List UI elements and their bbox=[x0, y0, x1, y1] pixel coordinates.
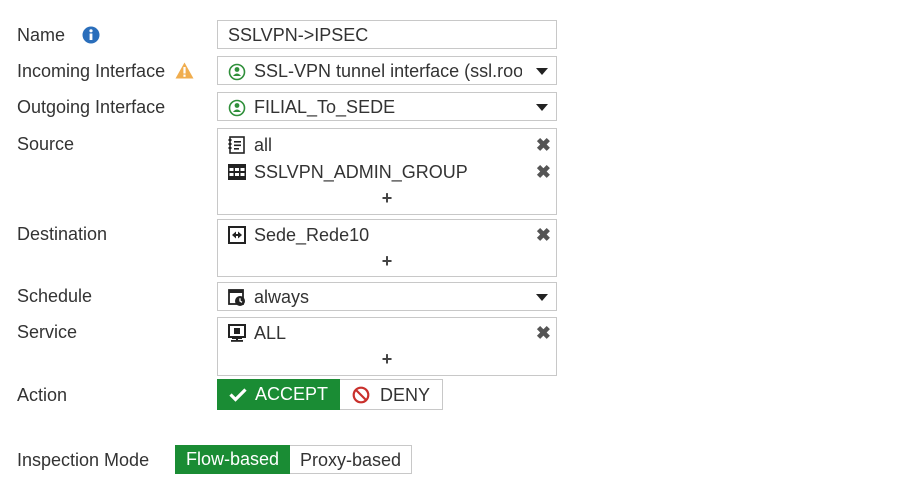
destination-field[interactable]: Sede_Rede10 ✖ + bbox=[217, 219, 557, 277]
add-service-button[interactable]: + bbox=[218, 347, 556, 373]
add-destination-button[interactable]: + bbox=[218, 249, 556, 275]
group-icon bbox=[228, 159, 246, 186]
source-field[interactable]: all ✖ SSLVPN_ADMIN_GROUP ✖ + bbox=[217, 128, 557, 215]
range-icon bbox=[228, 222, 246, 249]
service-icon bbox=[228, 320, 246, 347]
schedule-select[interactable]: always bbox=[217, 282, 557, 311]
destination-item: Sede_Rede10 ✖ bbox=[218, 222, 556, 249]
add-source-button[interactable]: + bbox=[218, 186, 556, 212]
remove-icon[interactable]: ✖ bbox=[536, 320, 551, 347]
incoming-interface-label: Incoming Interface bbox=[17, 61, 194, 82]
name-label: Name bbox=[17, 25, 100, 46]
outgoing-interface-label: Outgoing Interface bbox=[17, 97, 166, 117]
action-label: Action bbox=[17, 385, 68, 405]
chevron-down-icon bbox=[536, 294, 548, 301]
service-label: Service bbox=[17, 322, 78, 342]
proxy-based-button[interactable]: Proxy-based bbox=[290, 445, 412, 474]
flow-based-button[interactable]: Flow-based bbox=[175, 445, 290, 474]
source-item: all ✖ bbox=[218, 132, 556, 159]
info-icon[interactable] bbox=[82, 26, 100, 44]
service-field[interactable]: ALL ✖ + bbox=[217, 317, 557, 376]
outgoing-interface-select[interactable]: FILIAL_To_SEDE bbox=[217, 92, 557, 121]
incoming-interface-select[interactable]: SSL-VPN tunnel interface (ssl.root) bbox=[217, 56, 557, 85]
checkmark-icon bbox=[229, 387, 247, 402]
accept-button[interactable]: ACCEPT bbox=[217, 379, 340, 410]
inspection-mode-label: Inspection Mode bbox=[17, 450, 150, 470]
service-item: ALL ✖ bbox=[218, 320, 556, 347]
remove-icon[interactable]: ✖ bbox=[536, 222, 551, 249]
source-label: Source bbox=[17, 134, 75, 154]
interface-icon bbox=[228, 93, 246, 120]
chevron-down-icon bbox=[536, 104, 548, 111]
address-icon bbox=[228, 132, 246, 159]
chevron-down-icon bbox=[536, 68, 548, 75]
warning-icon bbox=[175, 62, 194, 79]
schedule-icon bbox=[228, 283, 246, 310]
schedule-label: Schedule bbox=[17, 286, 93, 306]
deny-button[interactable]: DENY bbox=[340, 379, 443, 410]
remove-icon[interactable]: ✖ bbox=[536, 132, 551, 159]
name-input[interactable]: SSLVPN->IPSEC bbox=[217, 20, 557, 49]
destination-label: Destination bbox=[17, 224, 108, 244]
interface-icon bbox=[228, 57, 246, 84]
deny-icon bbox=[352, 386, 370, 404]
remove-icon[interactable]: ✖ bbox=[536, 159, 551, 186]
source-item: SSLVPN_ADMIN_GROUP ✖ bbox=[218, 159, 556, 186]
